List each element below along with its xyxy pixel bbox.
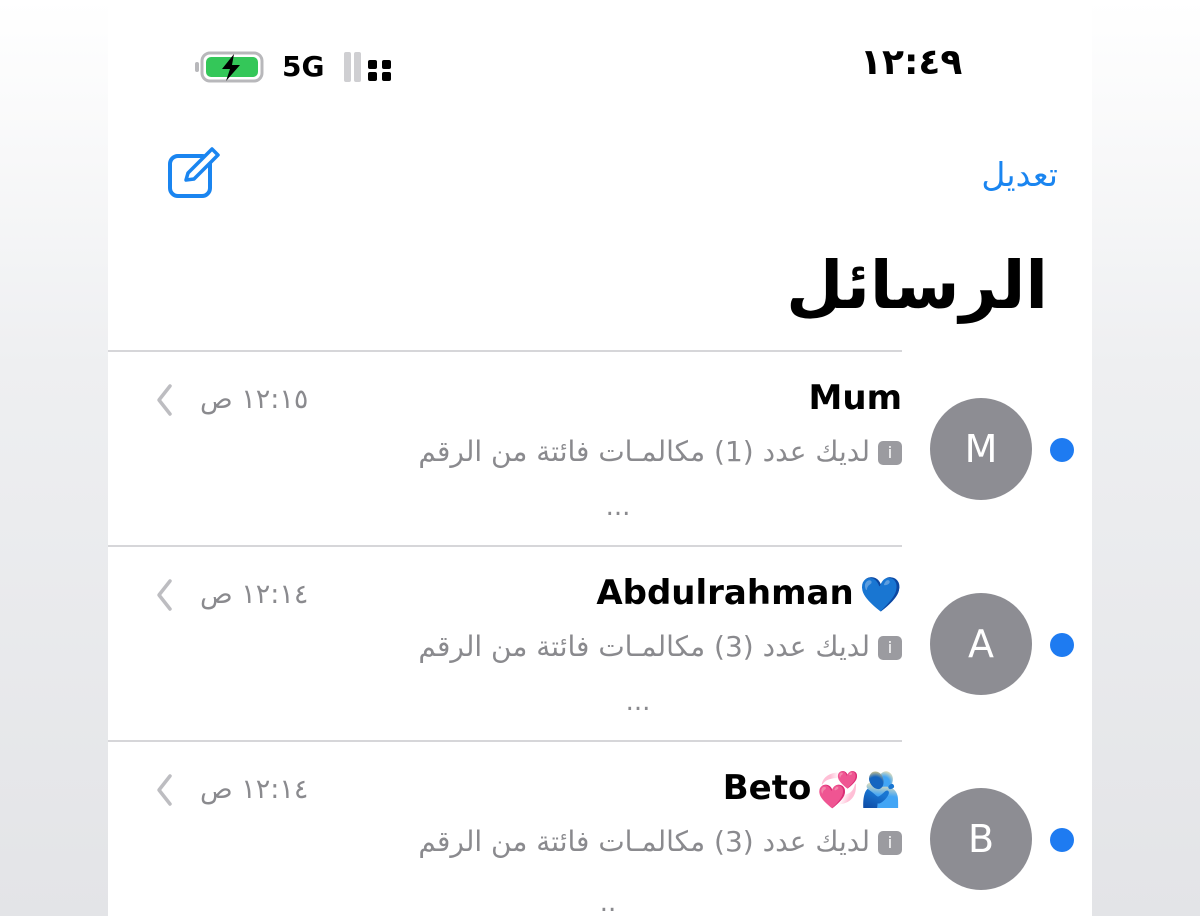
conversation-row[interactable]: M Mum ١٢:١٥ ص i لديك عدد (1) مكالمـات فائ…: [108, 352, 1092, 547]
message-preview-more: ..: [599, 888, 617, 916]
message-preview-more: ...: [625, 687, 651, 717]
network-type: 5G: [282, 50, 325, 83]
message-preview-text: لديك عدد (3) مكالمـات فائتة من الرقم: [418, 630, 870, 663]
contact-name-text: Abdulrahman: [596, 573, 854, 613]
message-preview: i لديك عدد (3) مكالمـات فائتة من الرقم: [282, 627, 902, 667]
timestamp: ١٢:١٤ ص: [200, 579, 309, 610]
contact-name-text: Beto: [722, 768, 812, 808]
unread-dot: [1050, 828, 1074, 852]
message-preview-text: لديك عدد (1) مكالمـات فائتة من الرقم: [418, 435, 870, 468]
chevron-right-icon: [157, 579, 172, 611]
avatar: B: [930, 788, 1032, 890]
contact-name: Abdulrahman 💙: [382, 571, 902, 617]
avatar: M: [930, 398, 1032, 500]
chevron-right-icon: [157, 384, 172, 416]
message-preview: i لديك عدد (1) مكالمـات فائتة من الرقم: [282, 432, 902, 472]
page-title: الرسائل: [786, 247, 1048, 324]
hearts-hug-emoji-icon: 💞🫂: [817, 769, 902, 810]
chevron-right-icon: [157, 774, 172, 806]
compose-icon[interactable]: [164, 146, 222, 202]
message-preview: i لديك عدد (3) مكالمـات فائتة من الرقم: [282, 822, 902, 862]
heart-emoji-icon: 💙: [859, 574, 902, 615]
timestamp: ١٢:١٤ ص: [200, 774, 309, 805]
edit-button[interactable]: تعديل: [948, 150, 1058, 200]
contact-name-text: Mum: [808, 378, 902, 418]
unread-dot: [1050, 633, 1074, 657]
phone-screen: 5G ١٢:٤٩ تعديل الرسائل M Mum ١٢:١٥ ص i لد…: [108, 0, 1092, 916]
contact-name: Beto 💞🫂: [382, 766, 902, 812]
signal-bars-icon: [344, 52, 391, 82]
conversation-row[interactable]: A Abdulrahman 💙 ١٢:١٤ ص i لديك عدد (3) مكا…: [108, 547, 1092, 742]
info-badge-icon: i: [878, 636, 902, 660]
status-time: ١٢:٤٩: [860, 42, 963, 83]
battery-charging-icon: [195, 51, 264, 83]
message-preview-text: لديك عدد (3) مكالمـات فائتة من الرقم: [418, 825, 870, 858]
message-preview-more: ...: [605, 492, 631, 522]
avatar: A: [930, 593, 1032, 695]
unread-dot: [1050, 438, 1074, 462]
timestamp: ١٢:١٥ ص: [200, 384, 309, 415]
conversation-row[interactable]: B Beto 💞🫂 ١٢:١٤ ص i لديك عدد (3) مكالمـات …: [108, 742, 1092, 916]
info-badge-icon: i: [878, 831, 902, 855]
info-badge-icon: i: [878, 441, 902, 465]
contact-name: Mum: [382, 376, 902, 420]
